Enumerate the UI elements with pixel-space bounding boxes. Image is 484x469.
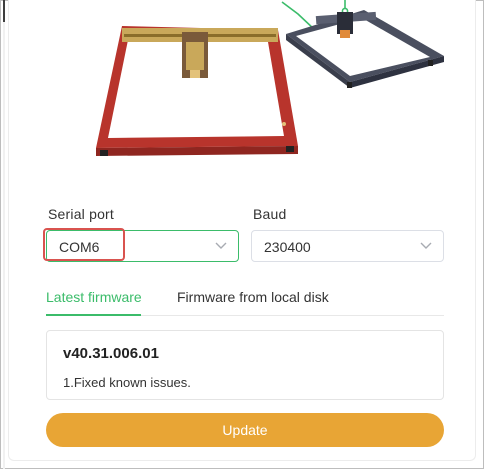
baud-label: Baud	[253, 206, 287, 222]
serial-port-value: COM6	[59, 239, 100, 255]
baud-select[interactable]: 230400	[251, 230, 444, 262]
tab-firmware-local-disk[interactable]: Firmware from local disk	[177, 289, 329, 305]
firmware-version: v40.31.006.01	[63, 345, 159, 362]
laser-engraver-illustration	[96, 0, 444, 156]
serial-port-label: Serial port	[48, 206, 115, 222]
chevron-down-icon	[215, 242, 227, 249]
firmware-release-notes: 1.Fixed known issues.	[63, 375, 191, 390]
serial-port-select[interactable]: COM6	[46, 230, 239, 262]
red-engraver	[96, 26, 298, 156]
active-tab-indicator	[46, 314, 141, 316]
firmware-info-card: v40.31.006.01 1.Fixed known issues.	[46, 330, 444, 400]
tab-latest-firmware[interactable]: Latest firmware	[46, 289, 142, 305]
chevron-down-icon	[420, 242, 432, 249]
update-button[interactable]: Update	[46, 413, 444, 447]
baud-value: 230400	[264, 239, 311, 255]
gray-engraver	[286, 10, 444, 88]
